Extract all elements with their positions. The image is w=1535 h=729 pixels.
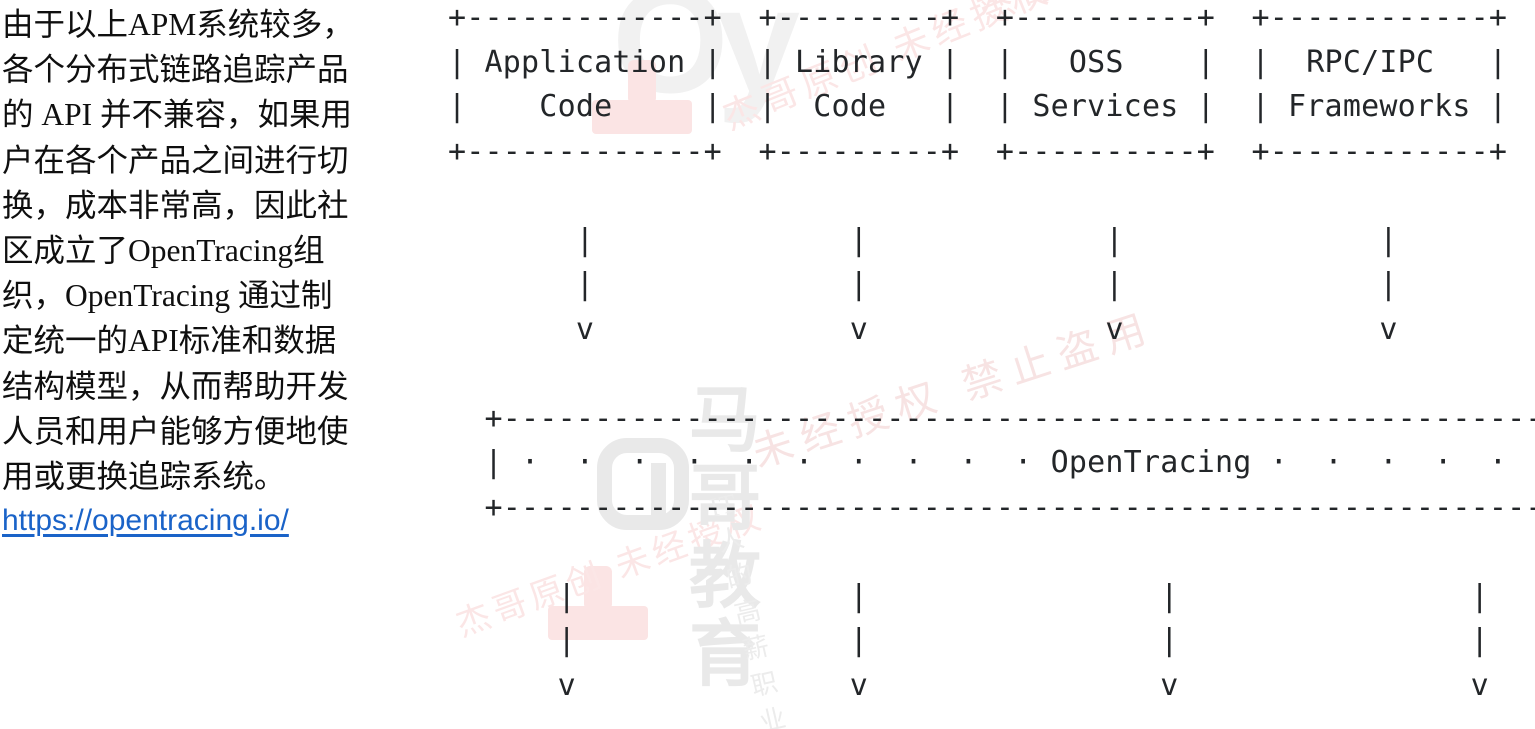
narrative-column: 由于以上APM系统较多， 各个分布式链路追踪产品 的 API 并不兼容，如果用 … <box>0 0 432 729</box>
opentracing-architecture-diagram: +-------------+ +---------+ +----------+… <box>448 0 1535 703</box>
narrative-paragraph: 由于以上APM系统较多， 各个分布式链路追踪产品 的 API 并不兼容，如果用 … <box>2 7 354 495</box>
ascii-diagram-pane: Oy 杰哥原创 未经授权 杰哥原创 未经授权 杰哥原创 未经授权 马哥教育 IT… <box>432 0 1535 729</box>
opentracing-link[interactable]: https://opentracing.io/ <box>2 501 289 541</box>
